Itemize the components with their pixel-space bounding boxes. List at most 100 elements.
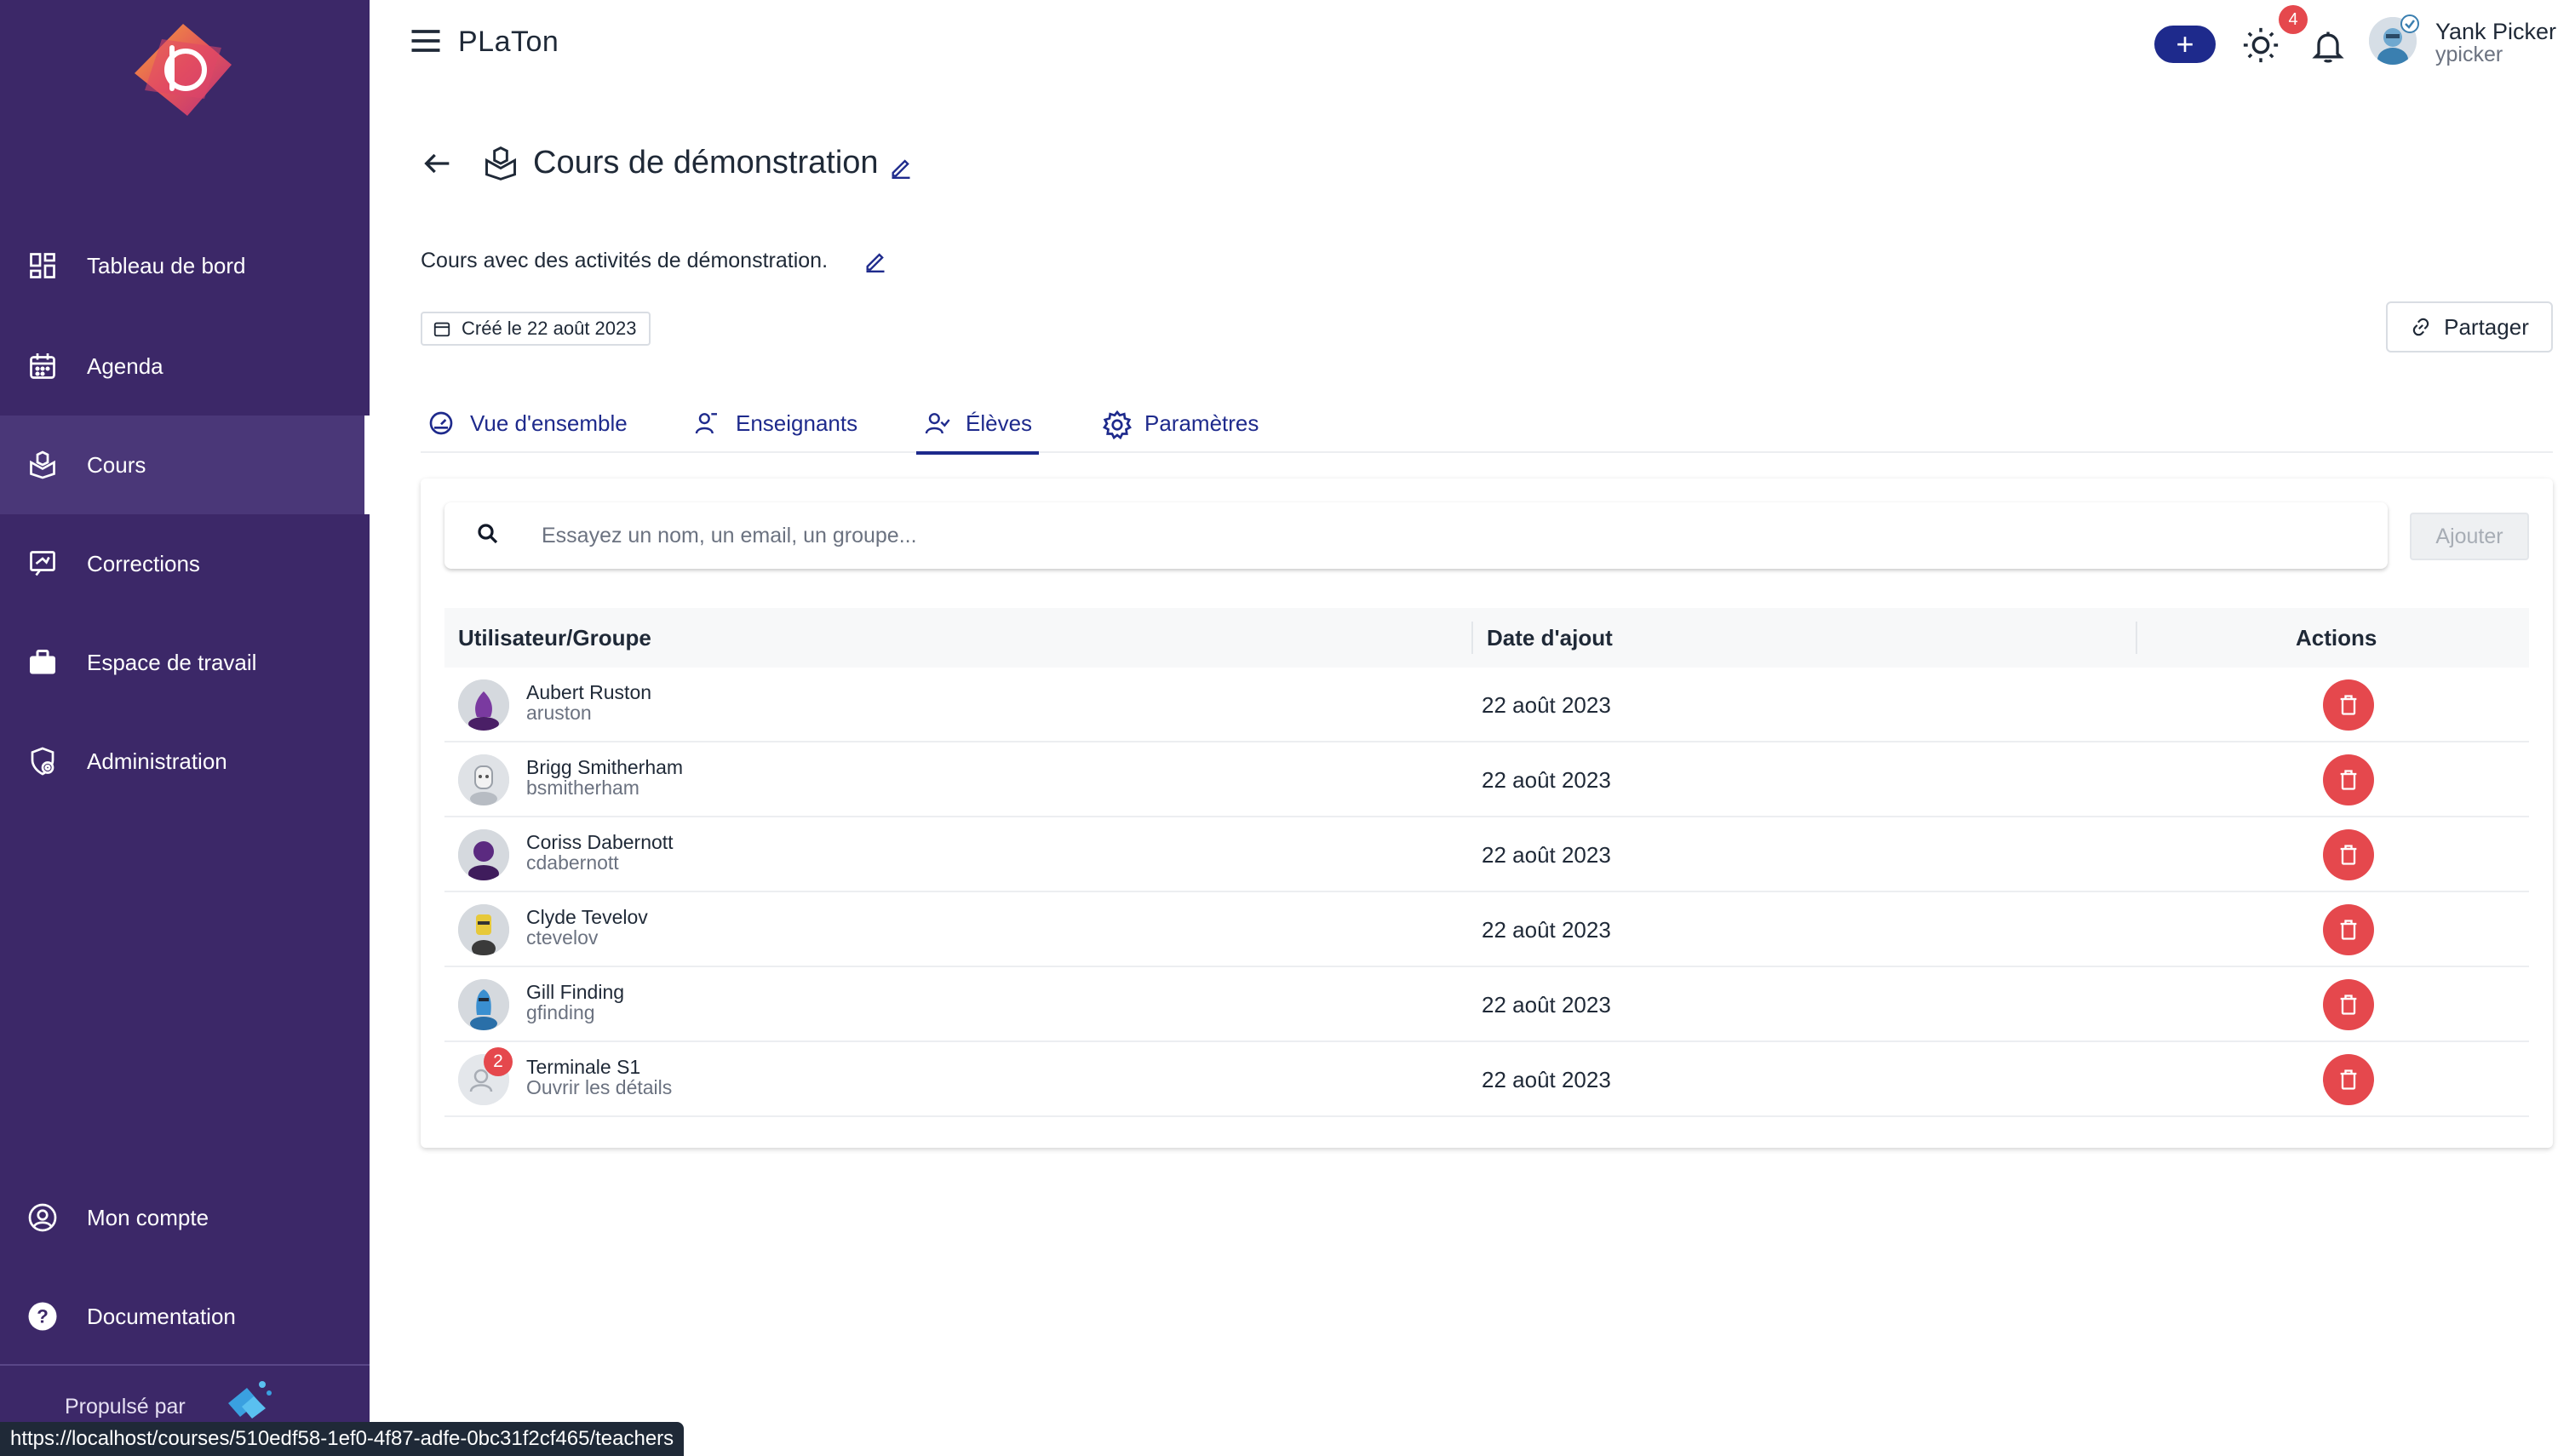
group-member-count-badge: 2 [484, 1047, 513, 1076]
delete-button[interactable] [2323, 979, 2374, 1030]
table-row[interactable]: Coriss Dabernott cdabernott 22 août 2023 [444, 817, 2529, 892]
sidebar-item-administration[interactable]: Administration [0, 712, 370, 811]
sidebar-item-cours[interactable]: Cours [0, 416, 370, 514]
row-name: Clyde Tevelov [526, 906, 648, 928]
sidebar-item-agenda[interactable]: Agenda [0, 317, 370, 416]
sidebar-divider [0, 1364, 370, 1366]
students-card: Ajouter Utilisateur/Groupe Date d'ajout … [421, 479, 2553, 1148]
delete-button[interactable] [2323, 829, 2374, 880]
platon-logo[interactable] [128, 22, 238, 118]
column-separator [1471, 622, 1473, 654]
table-row[interactable]: Clyde Tevelov ctevelov 22 août 2023 [444, 892, 2529, 967]
column-header-actions: Actions [2296, 624, 2377, 651]
settings-gear-icon [1102, 410, 1132, 440]
delete-button[interactable] [2323, 754, 2374, 805]
course-icon [482, 145, 519, 182]
powered-by-logo[interactable] [223, 1378, 274, 1422]
tab-overview[interactable]: Vue d'ensemble [427, 393, 628, 453]
dashboard-icon [26, 249, 60, 283]
row-name: Brigg Smitherham [526, 756, 684, 778]
admin-shield-icon [26, 744, 60, 778]
sidebar-item-label: Documentation [87, 1303, 236, 1329]
app-title: PLaTon [458, 26, 559, 58]
sidebar-item-label: Tableau de bord [87, 252, 246, 278]
table-header: Utilisateur/Groupe Date d'ajout Actions [444, 608, 2529, 668]
table-row-group[interactable]: 2 Terminale S1 Ouvrir les détails 22 aoû… [444, 1042, 2529, 1117]
avatar [458, 829, 509, 880]
row-username: cdabernott [526, 851, 619, 874]
row-name: Coriss Dabernott [526, 831, 674, 853]
tab-label: Vue d'ensemble [470, 410, 628, 436]
row-name: Aubert Ruston [526, 681, 652, 703]
column-separator [2136, 622, 2137, 654]
search-box[interactable] [444, 502, 2388, 569]
sidebar-item-label: Cours [87, 451, 146, 478]
add-student-button[interactable]: Ajouter [2410, 513, 2529, 560]
created-date-chip: Créé le 22 août 2023 [421, 312, 651, 346]
menu-icon[interactable] [407, 22, 444, 60]
theme-toggle-sun-icon[interactable] [2241, 26, 2280, 65]
edit-title-pencil-icon[interactable] [889, 155, 913, 179]
row-date: 22 août 2023 [1482, 691, 1611, 718]
students-icon [923, 410, 950, 437]
created-date-text: Créé le 22 août 2023 [462, 318, 637, 339]
svg-text:?: ? [37, 1306, 49, 1327]
sidebar-item-dashboard[interactable]: Tableau de bord [0, 216, 370, 315]
verified-icon [2400, 14, 2420, 34]
account-icon [26, 1201, 60, 1235]
share-button[interactable]: Partager [2386, 301, 2553, 353]
row-date: 22 août 2023 [1482, 1066, 1611, 1092]
sidebar-item-label: Mon compte [87, 1204, 209, 1230]
sidebar-item-label: Agenda [87, 353, 163, 379]
table-row[interactable]: Gill Finding gfinding 22 août 2023 [444, 967, 2529, 1042]
delete-button[interactable] [2323, 679, 2374, 731]
tab-label: Paramètres [1144, 410, 1259, 436]
sidebar-item-documentation[interactable]: ? Documentation [0, 1267, 370, 1366]
sidebar-item-workspace[interactable]: Espace de travail [0, 613, 370, 712]
add-button[interactable]: + [2154, 26, 2216, 63]
link-icon [2410, 316, 2432, 338]
share-label: Partager [2444, 313, 2529, 340]
tab-settings[interactable]: Paramètres [1102, 393, 1259, 453]
delete-button[interactable] [2323, 904, 2374, 955]
table-row[interactable]: Aubert Ruston aruston 22 août 2023 [444, 668, 2529, 742]
back-arrow-icon[interactable] [421, 146, 455, 181]
avatar [458, 904, 509, 955]
sidebar-item-corrections[interactable]: Corrections [0, 514, 370, 613]
briefcase-icon [26, 645, 60, 679]
row-name: Gill Finding [526, 981, 625, 1003]
teacher-icon [693, 410, 720, 437]
delete-button[interactable] [2323, 1054, 2374, 1105]
status-url-bar: https://localhost/courses/510edf58-1ef0-… [0, 1422, 685, 1456]
column-header-user[interactable]: Utilisateur/Groupe [458, 608, 651, 668]
notification-badge: 4 [2279, 5, 2308, 34]
row-username: aruston [526, 702, 592, 724]
page-title: Cours de démonstration [533, 145, 879, 181]
user-name: Yank Picker [2435, 19, 2557, 44]
user-handle: ypicker [2435, 43, 2503, 66]
row-name: Terminale S1 [526, 1056, 641, 1078]
search-icon [475, 521, 504, 550]
column-header-date[interactable]: Date d'ajout [1487, 608, 1613, 668]
row-username: ctevelov [526, 926, 599, 949]
row-date: 22 août 2023 [1482, 991, 1611, 1017]
course-description: Cours avec des activités de démonstratio… [421, 249, 829, 272]
row-date: 22 août 2023 [1482, 766, 1611, 793]
tab-teachers[interactable]: Enseignants [693, 393, 857, 453]
app-root: Tableau de bord Agenda Cours Corrections… [0, 0, 2575, 1456]
sidebar-item-account[interactable]: Mon compte [0, 1168, 370, 1267]
sidebar-item-label: Corrections [87, 550, 200, 576]
avatar [458, 979, 509, 1030]
corrections-icon [26, 547, 60, 581]
open-details-link[interactable]: Ouvrir les détails [526, 1076, 672, 1099]
edit-description-pencil-icon[interactable] [863, 249, 887, 272]
help-icon: ? [26, 1299, 60, 1333]
tab-label: Élèves [966, 410, 1033, 436]
calendar-icon [26, 349, 60, 383]
tab-students[interactable]: Élèves [915, 393, 1040, 455]
course-icon [26, 448, 60, 482]
search-input[interactable] [542, 523, 2330, 548]
bell-icon[interactable] [2309, 27, 2347, 65]
powered-by-text: Propulsé par [65, 1395, 186, 1419]
table-row[interactable]: Brigg Smitherham bsmitherham 22 août 202… [444, 742, 2529, 817]
